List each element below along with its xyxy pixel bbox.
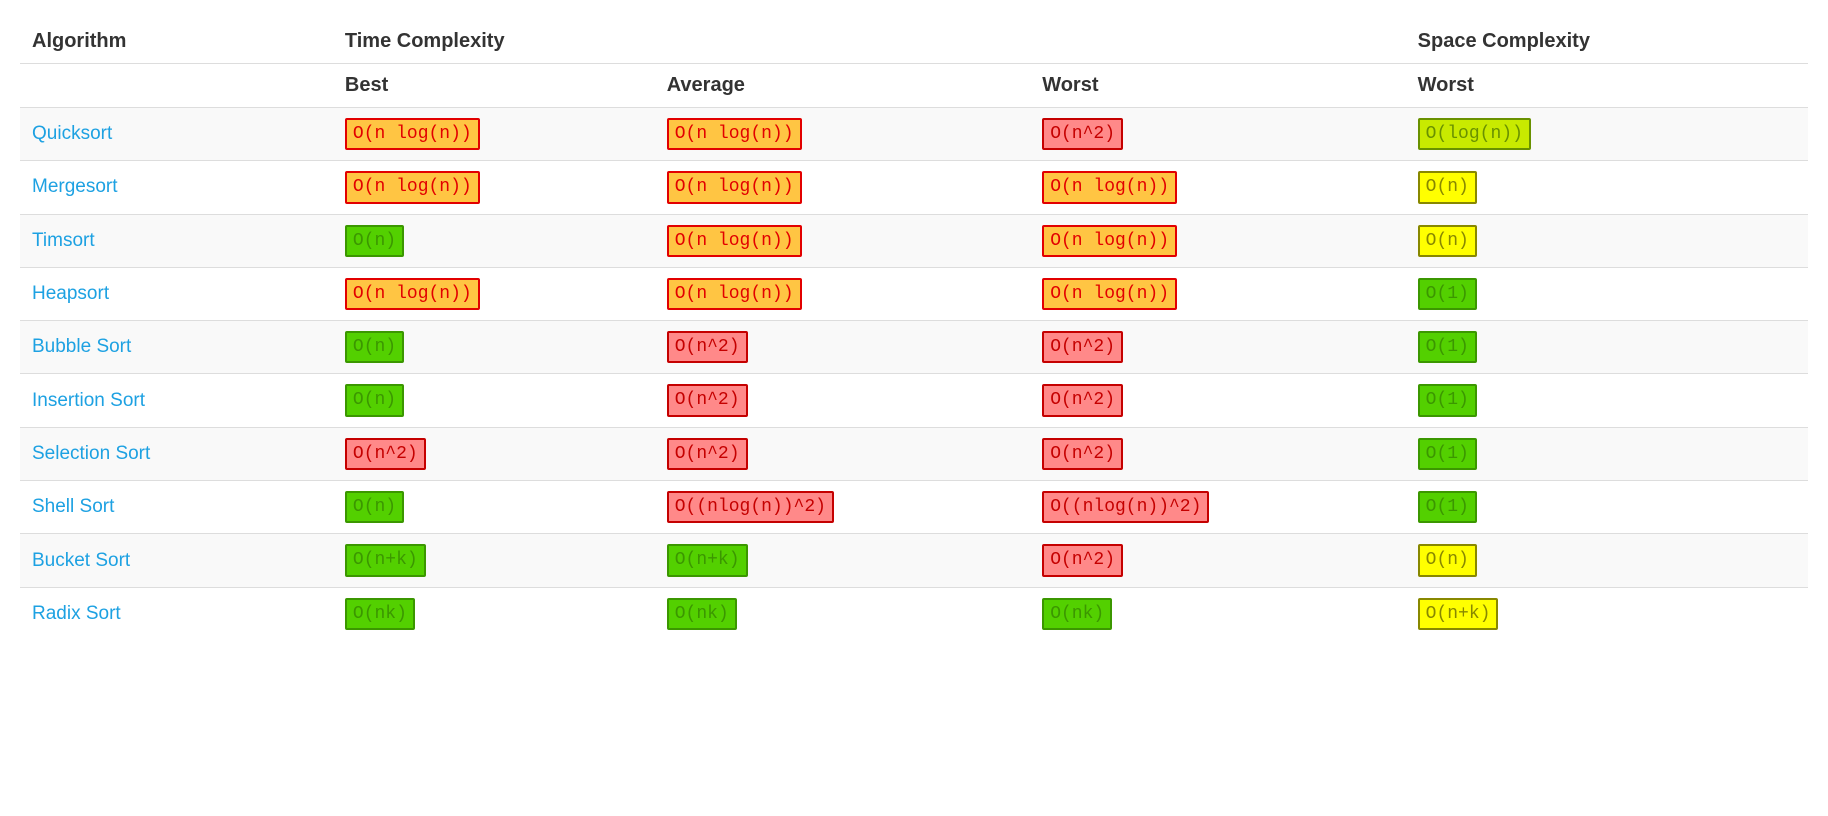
complexity-avg: O(n+k) — [667, 544, 748, 576]
complexity-space: O(1) — [1418, 278, 1477, 310]
algorithm-link[interactable]: Selection Sort — [32, 443, 150, 464]
complexity-best: O(n) — [345, 491, 404, 523]
header-space-worst: Worst — [1406, 64, 1808, 108]
complexity-avg: O(n log(n)) — [667, 171, 802, 203]
complexity-best: O(n^2) — [345, 438, 426, 470]
algorithm-link[interactable]: Quicksort — [32, 123, 112, 144]
complexity-worst: O(n log(n)) — [1042, 225, 1177, 257]
table-row: Timsort O(n) O(n log(n)) O(n log(n)) O(n) — [20, 214, 1808, 267]
complexity-space: O(1) — [1418, 331, 1477, 363]
complexity-space: O(n) — [1418, 171, 1477, 203]
complexity-worst: O(n^2) — [1042, 384, 1123, 416]
algorithm-link[interactable]: Insertion Sort — [32, 390, 145, 411]
complexity-worst: O(n log(n)) — [1042, 278, 1177, 310]
complexity-space: O(n+k) — [1418, 598, 1499, 630]
algorithm-link[interactable]: Shell Sort — [32, 496, 114, 517]
complexity-worst: O(n^2) — [1042, 118, 1123, 150]
header-time: Time Complexity — [333, 20, 1406, 64]
table-row: Insertion Sort O(n) O(n^2) O(n^2) O(1) — [20, 374, 1808, 427]
algorithm-link[interactable]: Bubble Sort — [32, 336, 131, 357]
complexity-best: O(n log(n)) — [345, 171, 480, 203]
complexity-space: O(1) — [1418, 384, 1477, 416]
table-row: Heapsort O(n log(n)) O(n log(n)) O(n log(n)… — [20, 267, 1808, 320]
complexity-worst: O(n log(n)) — [1042, 171, 1177, 203]
complexity-worst: O(n^2) — [1042, 438, 1123, 470]
complexity-space: O(1) — [1418, 491, 1477, 523]
header-algorithm: Algorithm — [20, 20, 333, 64]
complexity-avg: O(n^2) — [667, 384, 748, 416]
header-best: Best — [333, 64, 655, 108]
header-worst: Worst — [1030, 64, 1405, 108]
complexity-best: O(n log(n)) — [345, 278, 480, 310]
complexity-worst: O((nlog(n))^2) — [1042, 491, 1209, 523]
complexity-worst: O(n^2) — [1042, 331, 1123, 363]
table-row: Bucket Sort O(n+k) O(n+k) O(n^2) O(n) — [20, 534, 1808, 587]
algorithm-link[interactable]: Mergesort — [32, 176, 118, 197]
header-space: Space Complexity — [1406, 20, 1808, 64]
algorithm-link[interactable]: Bucket Sort — [32, 550, 130, 571]
table-row: Mergesort O(n log(n)) O(n log(n)) O(n log(n… — [20, 161, 1808, 214]
algorithm-link[interactable]: Heapsort — [32, 283, 109, 304]
complexity-best: O(n log(n)) — [345, 118, 480, 150]
table-row: Radix Sort O(nk) O(nk) O(nk) O(n+k) — [20, 587, 1808, 640]
complexity-avg: O((nlog(n))^2) — [667, 491, 834, 523]
table-row: Quicksort O(n log(n)) O(n log(n)) O(n^2) O(l… — [20, 108, 1808, 161]
complexity-avg: O(nk) — [667, 598, 737, 630]
header-blank — [20, 64, 333, 108]
complexity-best: O(n+k) — [345, 544, 426, 576]
table-row: Selection Sort O(n^2) O(n^2) O(n^2) O(1) — [20, 427, 1808, 480]
complexity-space: O(log(n)) — [1418, 118, 1531, 150]
table-row: Shell Sort O(n) O((nlog(n))^2) O((nlog(n))^… — [20, 481, 1808, 534]
complexity-avg: O(n^2) — [667, 331, 748, 363]
complexity-best: O(n) — [345, 225, 404, 257]
complexity-best: O(nk) — [345, 598, 415, 630]
complexity-avg: O(n log(n)) — [667, 118, 802, 150]
complexity-space: O(1) — [1418, 438, 1477, 470]
complexity-best: O(n) — [345, 384, 404, 416]
complexity-worst: O(nk) — [1042, 598, 1112, 630]
complexity-space: O(n) — [1418, 544, 1477, 576]
complexity-best: O(n) — [345, 331, 404, 363]
algorithm-link[interactable]: Radix Sort — [32, 603, 121, 624]
table-row: Bubble Sort O(n) O(n^2) O(n^2) O(1) — [20, 321, 1808, 374]
complexity-avg: O(n^2) — [667, 438, 748, 470]
complexity-avg: O(n log(n)) — [667, 278, 802, 310]
algorithm-link[interactable]: Timsort — [32, 230, 95, 251]
complexity-space: O(n) — [1418, 225, 1477, 257]
complexity-avg: O(n log(n)) — [667, 225, 802, 257]
complexity-table: Algorithm Time Complexity Space Complexi… — [20, 20, 1808, 640]
complexity-worst: O(n^2) — [1042, 544, 1123, 576]
header-average: Average — [655, 64, 1030, 108]
